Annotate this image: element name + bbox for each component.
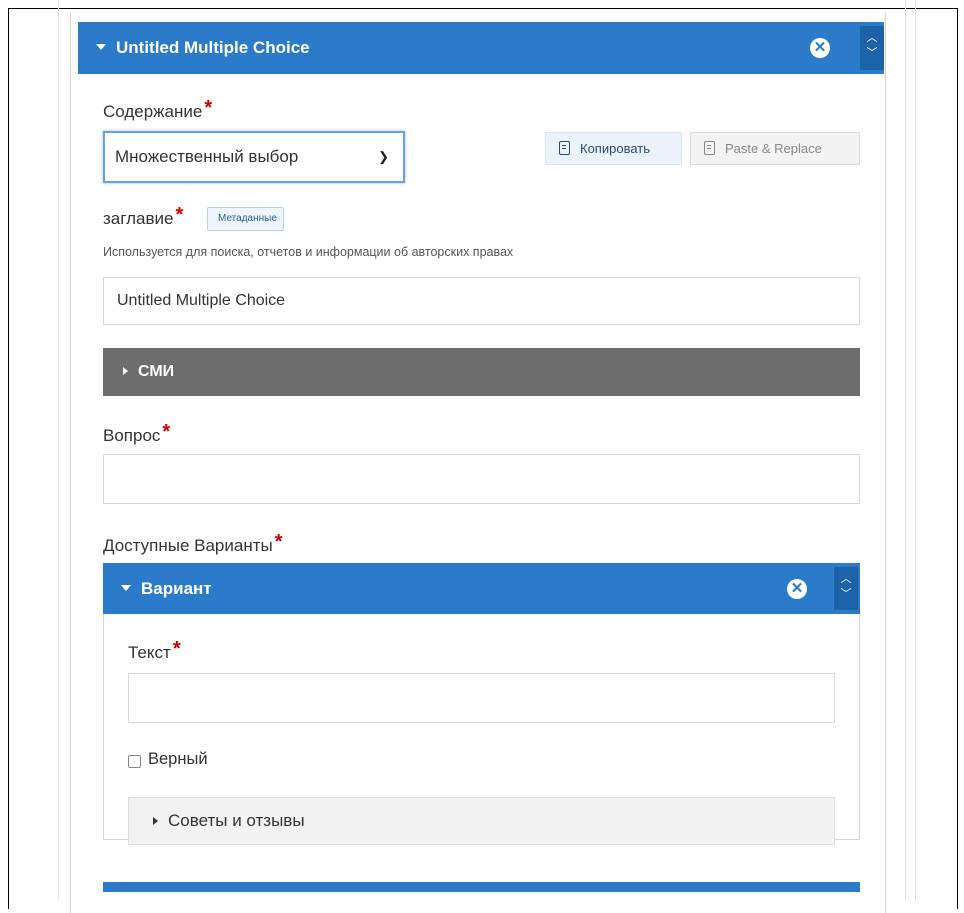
- title-input-value: Untitled Multiple Choice: [117, 292, 286, 309]
- select-value: Множественный выбор: [115, 147, 299, 166]
- answers-label: Доступные Варианты *: [103, 531, 283, 557]
- option-header[interactable]: Вариант ✕ ︿ ﹀: [103, 563, 860, 614]
- title-label-text: заглавие: [103, 209, 174, 228]
- correct-label[interactable]: Верный: [148, 750, 208, 769]
- move-down-icon[interactable]: ﹀: [860, 46, 884, 61]
- content-type-select[interactable]: Множественный выбор ❯: [103, 131, 405, 183]
- move-up-icon[interactable]: ︿: [834, 572, 858, 587]
- metadata-tag[interactable]: Метаданные: [207, 207, 284, 231]
- copy-button[interactable]: Копировать: [545, 132, 682, 165]
- chevron-down-icon: ❯: [378, 149, 389, 164]
- title-input[interactable]: Untitled Multiple Choice: [103, 277, 860, 325]
- side-divider: [915, 0, 916, 900]
- expand-caret-icon: [123, 366, 128, 375]
- move-up-icon[interactable]: ︿: [860, 31, 884, 46]
- correct-checkbox[interactable]: [128, 755, 141, 768]
- copy-icon: [559, 141, 570, 155]
- paste-label: Paste & Replace: [725, 141, 822, 156]
- required-marker: *: [172, 638, 181, 660]
- group-title-wrap[interactable]: Untitled Multiple Choice: [96, 22, 310, 74]
- content-label: Содержание *: [103, 97, 213, 123]
- option-text-label-text: Текст: [128, 643, 171, 662]
- group-title: Untitled Multiple Choice: [116, 38, 310, 57]
- option-title-wrap[interactable]: Вариант: [121, 563, 212, 614]
- remove-option-icon[interactable]: ✕: [787, 579, 807, 599]
- reorder-buttons: ︿ ﹀: [860, 26, 884, 70]
- required-marker: *: [274, 531, 283, 553]
- copy-label: Копировать: [580, 141, 650, 156]
- question-label: Вопрос *: [103, 421, 171, 447]
- title-description: Используется для поиска, отчетов и инфор…: [103, 245, 514, 259]
- required-marker: *: [175, 204, 184, 226]
- option-title: Вариант: [141, 579, 212, 598]
- title-label: заглавие *: [103, 204, 184, 230]
- remove-group-icon[interactable]: ✕: [810, 38, 830, 58]
- collapse-caret-icon[interactable]: [96, 43, 106, 50]
- media-label: СМИ: [138, 363, 175, 380]
- paste-replace-button[interactable]: Paste & Replace: [690, 132, 860, 165]
- question-input[interactable]: [103, 454, 860, 504]
- media-section-header[interactable]: СМИ: [103, 348, 860, 396]
- answers-label-text: Доступные Варианты: [103, 536, 273, 555]
- expand-caret-icon: [153, 816, 158, 825]
- feedback-label: Советы и отзывы: [168, 811, 305, 830]
- required-marker: *: [162, 421, 171, 443]
- option-text-input[interactable]: [128, 673, 835, 723]
- move-down-icon[interactable]: ﹀: [834, 587, 858, 602]
- option-text-label: Текст *: [128, 638, 181, 664]
- content-label-text: Содержание: [103, 102, 203, 121]
- next-option-header[interactable]: [103, 882, 860, 892]
- paste-icon: [704, 141, 715, 155]
- collapse-caret-icon[interactable]: [121, 584, 131, 591]
- feedback-section-header[interactable]: Советы и отзывы: [128, 797, 835, 845]
- group-header[interactable]: Untitled Multiple Choice ✕ ︿ ﹀: [78, 22, 884, 74]
- question-label-text: Вопрос: [103, 426, 161, 445]
- required-marker: *: [204, 97, 213, 119]
- reorder-buttons: ︿ ﹀: [834, 567, 858, 610]
